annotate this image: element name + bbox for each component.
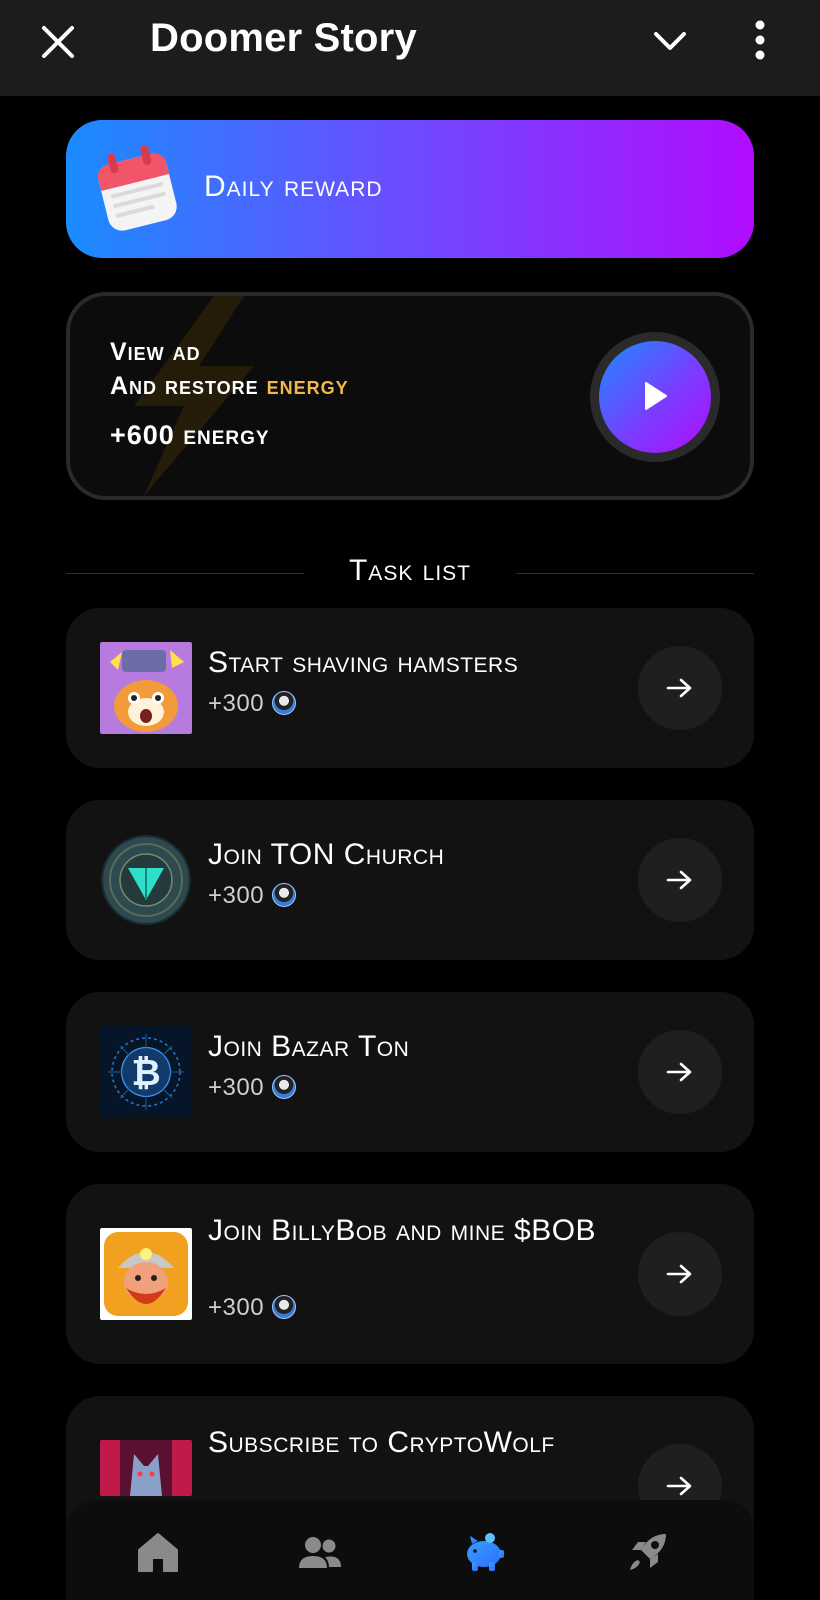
- task-go-button[interactable]: [638, 646, 722, 730]
- arrow-right-icon: [666, 678, 692, 698]
- task-list-title: Task list: [348, 554, 472, 587]
- task-item[interactable]: ₿ Join Bazar Ton +300: [66, 992, 754, 1152]
- arrow-right-icon: [666, 1062, 692, 1082]
- rocket-icon[interactable]: [626, 1530, 670, 1574]
- task-reward: +300: [208, 882, 297, 910]
- task-go-button[interactable]: [638, 1232, 722, 1316]
- piggy-bank-icon[interactable]: [462, 1530, 506, 1574]
- coin-icon: [272, 1075, 297, 1099]
- bitcoin-icon: ₿: [131, 1052, 161, 1093]
- task-item[interactable]: Join BillyBob and mine $BOB +300: [66, 1184, 754, 1364]
- billybob-thumbnail: [100, 1228, 192, 1320]
- task-title: Subscribe to CryptoWolf: [208, 1426, 555, 1459]
- task-reward: +300: [208, 690, 297, 718]
- arrow-right-icon: [666, 1476, 692, 1496]
- energy-reward-amount: +600 energy: [110, 420, 270, 450]
- home-icon[interactable]: [136, 1530, 180, 1574]
- daily-reward-button[interactable]: Daily reward: [66, 120, 754, 258]
- coin-icon: [272, 1295, 297, 1319]
- hamster-thumbnail: [100, 642, 192, 734]
- app-header: Doomer Story: [0, 0, 820, 96]
- play-ad-button[interactable]: [590, 332, 720, 462]
- cryptowolf-thumbnail: [100, 1440, 192, 1496]
- view-ad-card: View ad And restore energy +600 energy: [66, 292, 754, 500]
- calendar-icon: [97, 145, 177, 231]
- restore-energy-label: And restore energy: [110, 372, 349, 400]
- friends-icon[interactable]: [298, 1530, 342, 1574]
- task-title: Join BillyBob and mine $BOB: [208, 1214, 597, 1247]
- more-menu-icon[interactable]: [752, 18, 768, 62]
- task-title: Join TON Church: [208, 838, 445, 871]
- task-title: Join Bazar Ton: [208, 1030, 410, 1063]
- divider-right: [516, 573, 754, 574]
- close-icon[interactable]: [38, 22, 78, 62]
- task-item[interactable]: Join TON Church +300: [66, 800, 754, 960]
- ton-church-thumbnail: [100, 834, 192, 926]
- arrow-right-icon: [666, 870, 692, 890]
- task-go-button[interactable]: [638, 1030, 722, 1114]
- bazar-ton-thumbnail: ₿: [100, 1026, 192, 1118]
- view-ad-label: View ad: [110, 338, 201, 366]
- app-title: Doomer Story: [150, 16, 417, 60]
- chevron-down-icon[interactable]: [650, 24, 690, 60]
- task-go-button[interactable]: [638, 838, 722, 922]
- daily-reward-label: Daily reward: [204, 170, 383, 203]
- task-reward: +300: [208, 1294, 297, 1322]
- divider-left: [66, 573, 304, 574]
- task-item[interactable]: Start shaving hamsters +300: [66, 608, 754, 768]
- arrow-right-icon: [666, 1264, 692, 1284]
- task-title: Start shaving hamsters: [208, 646, 519, 679]
- bottom-nav: [66, 1500, 754, 1600]
- energy-highlight: energy: [266, 372, 349, 400]
- coin-icon: [272, 883, 297, 907]
- coin-icon: [272, 691, 297, 715]
- play-icon: [645, 382, 667, 410]
- task-reward: +300: [208, 1074, 297, 1102]
